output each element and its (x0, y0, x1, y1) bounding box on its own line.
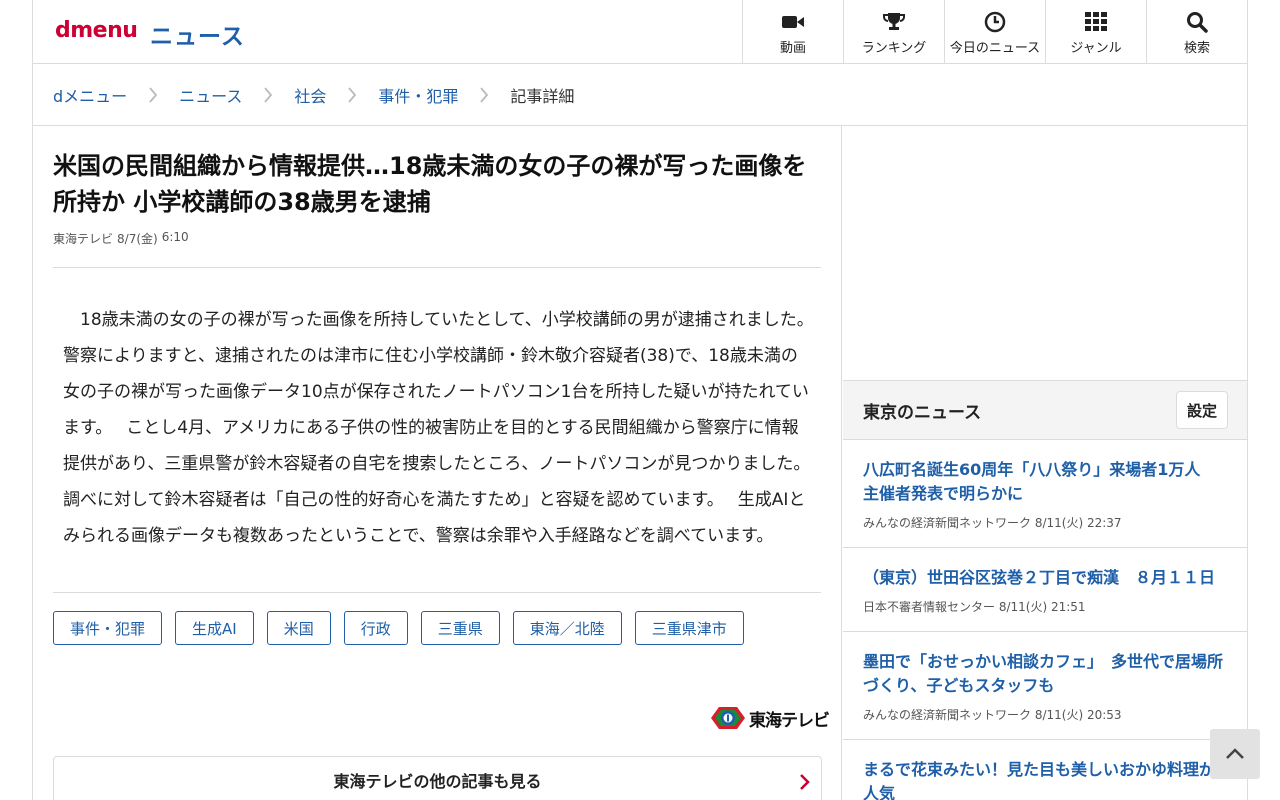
chevron-right-icon (799, 773, 811, 795)
news-date: 8/11(火) (1034, 708, 1084, 722)
nav-today[interactable]: 今日のニュース (944, 0, 1045, 64)
breadcrumb-crime[interactable]: 事件・犯罪 (378, 83, 458, 107)
nav-video-label: 動画 (779, 40, 806, 56)
news-date: 8/11(火) (1034, 516, 1084, 530)
breadcrumb-news[interactable]: ニュース (179, 83, 242, 107)
nav-search[interactable]: 検索 (1146, 0, 1247, 64)
article-date: 8/7(金) (117, 232, 158, 246)
more-articles-label: 東海テレビの他の記事も見る (333, 772, 542, 791)
nav-search-label: 検索 (1183, 40, 1210, 56)
nav-today-label: 今日のニュース (949, 40, 1041, 56)
chevron-up-icon (1226, 748, 1244, 759)
divider (53, 267, 821, 268)
site-header: dmenu ニュース 動画 ランキング 今日のニュース ジャンル 検索 (33, 0, 1247, 64)
nav-ranking-label: ランキング (861, 40, 927, 56)
article-source: 東海テレビ (53, 232, 114, 246)
news-source: 日本不審者情報センター (863, 600, 996, 614)
news-time: 21:51 (1050, 600, 1086, 614)
local-news-item[interactable]: まるで花束みたい！見た目も美しいおかゆ料理が人気 (843, 740, 1247, 800)
chevron-right-icon (139, 86, 167, 104)
video-camera-icon (781, 11, 805, 33)
local-news-headline: （東京）世田谷区弦巻２丁目で痴漢 ８月１１日 (863, 568, 1216, 587)
local-news-item[interactable]: 墨田で「おせっかい相談カフェ」 多世代で居場所づくり、子どもスタッフも みんなの… (843, 632, 1247, 740)
chevron-right-icon (254, 86, 282, 104)
tag-usa[interactable]: 米国 (266, 611, 331, 645)
nav-genre[interactable]: ジャンル (1045, 0, 1146, 64)
more-articles-button[interactable]: 東海テレビの他の記事も見る (53, 756, 822, 800)
sidebar: 東京のニュース 設定 八広町名誕生60周年「八八祭り」来場者1万人 主催者発表で… (843, 126, 1247, 800)
local-news-meta: 日本不審者情報センター 8/11(火) 21:51 (863, 598, 1228, 615)
news-date: 8/11(火) (998, 600, 1048, 614)
nav-genre-label: ジャンル (1070, 40, 1122, 56)
dmenu-logo[interactable]: dmenu (55, 18, 138, 43)
tag-tsu-city[interactable]: 三重県津市 (634, 611, 744, 645)
trophy-icon (883, 11, 905, 33)
local-news-meta: みんなの経済新聞ネットワーク 8/11(火) 22:37 (863, 514, 1228, 531)
scroll-to-top-button[interactable] (1210, 729, 1260, 779)
local-news-headline: まるで花束みたい！見た目も美しいおかゆ料理が人気 (863, 760, 1216, 800)
article-time: 6:10 (161, 230, 189, 244)
article-title: 米国の民間組織から情報提供…18歳未満の女の子の裸が写った画像を所持か 小学校講… (53, 152, 807, 216)
local-news-headline: 墨田で「おせっかい相談カフェ」 多世代で居場所づくり、子どもスタッフも (863, 652, 1224, 695)
nav-video[interactable]: 動画 (742, 0, 843, 64)
source-logo-text: 東海テレビ (749, 710, 830, 731)
section-title[interactable]: ニュース (150, 17, 245, 51)
header-nav: 動画 ランキング 今日のニュース ジャンル 検索 (742, 0, 1247, 64)
tag-administration[interactable]: 行政 (343, 611, 408, 645)
search-icon (1186, 11, 1208, 33)
tag-tokai-hokuriku[interactable]: 東海／北陸 (512, 611, 622, 645)
news-time: 22:37 (1086, 516, 1122, 530)
local-news-title: 東京のニュース (863, 402, 982, 423)
news-source: みんなの経済新聞ネットワーク (863, 516, 1032, 530)
grid-icon (1085, 11, 1107, 33)
local-news-item[interactable]: （東京）世田谷区弦巻２丁目で痴漢 ８月１１日 日本不審者情報センター 8/11(… (843, 548, 1247, 632)
article-column: 米国の民間組織から情報提供…18歳未満の女の子の裸が写った画像を所持か 小学校講… (33, 126, 842, 800)
source-logo[interactable]: 東海テレビ (711, 704, 830, 732)
local-news-item[interactable]: 八広町名誕生60周年「八八祭り」来場者1万人 主催者発表で明らかに みんなの経済… (843, 440, 1247, 548)
nav-ranking[interactable]: ランキング (843, 0, 944, 64)
local-news-meta: みんなの経済新聞ネットワーク 8/11(火) 20:53 (863, 706, 1228, 723)
chevron-right-icon (338, 86, 366, 104)
tag-crime[interactable]: 事件・犯罪 (53, 611, 163, 645)
article-body: 18歳未満の女の子の裸が写った画像を所持していたとして、小学校講師の男が逮捕され… (63, 310, 828, 546)
breadcrumb-society[interactable]: 社会 (294, 83, 326, 107)
divider (53, 592, 821, 593)
breadcrumb-dmenu[interactable]: dメニュー (53, 83, 127, 107)
tag-mie[interactable]: 三重県 (420, 611, 500, 645)
local-news-headline: 八広町名誕生60周年「八八祭り」来場者1万人 主催者発表で明らかに (863, 460, 1217, 503)
settings-button[interactable]: 設定 (1175, 391, 1228, 429)
tag-generative-ai[interactable]: 生成AI (175, 611, 254, 645)
local-news-header: 東京のニュース 設定 (843, 380, 1247, 440)
breadcrumb: dメニュー ニュース 社会 事件・犯罪 記事詳細 (33, 64, 1247, 126)
chevron-right-icon (470, 86, 498, 104)
news-source: みんなの経済新聞ネットワーク (863, 708, 1032, 722)
ad-space (843, 126, 1247, 380)
news-time: 20:53 (1086, 708, 1122, 722)
clock-icon (984, 11, 1006, 33)
page-frame: dmenu ニュース 動画 ランキング 今日のニュース ジャンル 検索 dメニュ… (32, 0, 1248, 800)
tag-list: 事件・犯罪 生成AI 米国 行政 三重県 東海／北陸 三重県津市 (53, 611, 821, 645)
tokai-tv-logo-icon (711, 707, 745, 729)
breadcrumb-current: 記事詳細 (510, 86, 575, 106)
article-meta: 東海テレビ 8/7(金) 6:10 (53, 230, 821, 247)
